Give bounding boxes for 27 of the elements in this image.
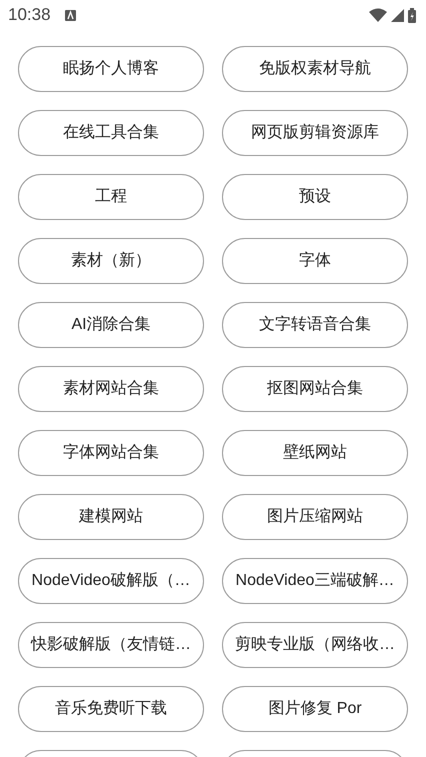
link-button[interactable]: NodeVideo破解版（…: [18, 558, 204, 604]
link-button[interactable]: 图片修复 Por: [222, 686, 408, 732]
link-button[interactable]: 网页版剪辑资源库: [222, 110, 408, 156]
link-button[interactable]: 图片压缩网站: [222, 494, 408, 540]
link-button[interactable]: 快影破解版（友情链…: [18, 622, 204, 668]
status-time: 10:38: [8, 4, 51, 26]
link-button[interactable]: 文字转语音合集: [222, 302, 408, 348]
link-button[interactable]: 剪映专业版（网络收…: [222, 622, 408, 668]
link-button[interactable]: 预设: [222, 174, 408, 220]
battery-icon: [408, 8, 416, 22]
link-button[interactable]: 字体网站合集: [18, 430, 204, 476]
notification-icon: [64, 10, 76, 20]
link-button[interactable]: AI消除合集: [18, 302, 204, 348]
link-button[interactable]: 壁纸网站: [222, 430, 408, 476]
link-button[interactable]: 在线工具合集: [18, 110, 204, 156]
link-button[interactable]: 字体: [222, 238, 408, 284]
link-button[interactable]: 素材网站合集: [18, 366, 204, 412]
wifi-icon: [369, 8, 387, 22]
link-button[interactable]: 免版权素材导航: [222, 46, 408, 92]
signal-icon: [391, 8, 404, 22]
link-button[interactable]: 工程: [18, 174, 204, 220]
link-button[interactable]: NodeVideo三端破解…: [222, 558, 408, 604]
link-button[interactable]: 音乐免费听下载: [18, 686, 204, 732]
link-button[interactable]: 抠图网站合集: [222, 366, 408, 412]
link-button[interactable]: 眠扬个人博客: [18, 46, 204, 92]
link-button[interactable]: 建模网站: [18, 494, 204, 540]
link-button[interactable]: 素材（新）: [18, 238, 204, 284]
